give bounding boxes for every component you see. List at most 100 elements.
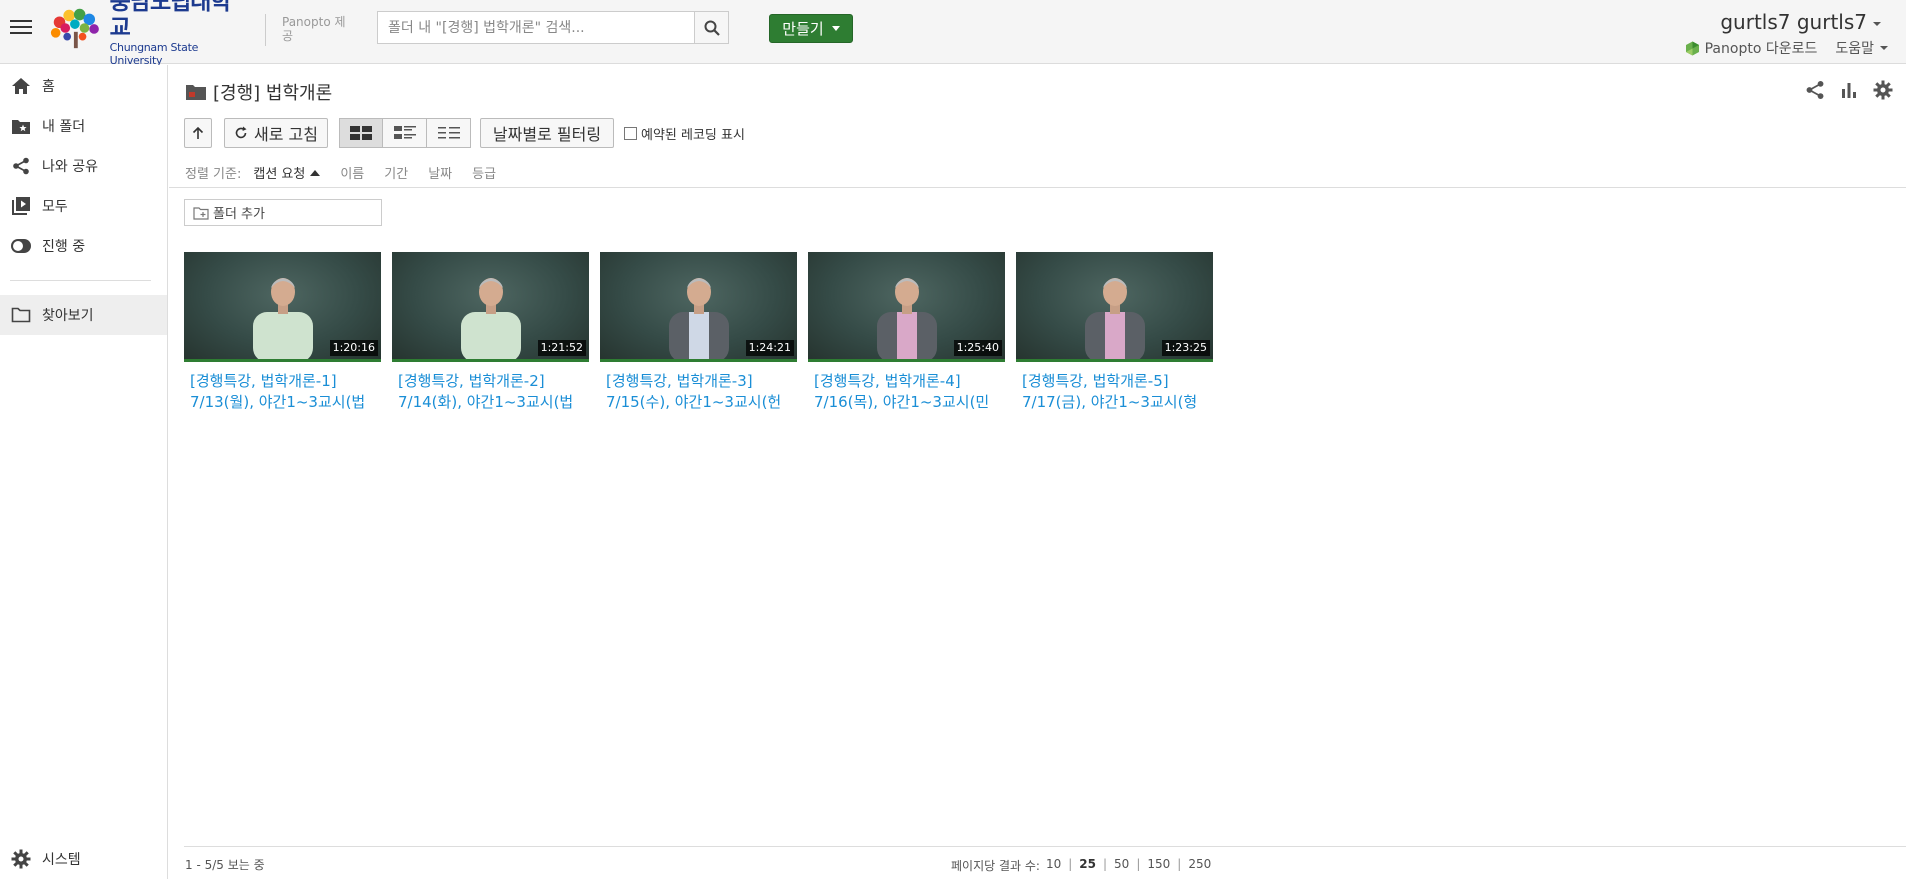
university-logo[interactable]: 충남도립대학교 Chungnam State University (48, 0, 248, 67)
session-tile[interactable]: 1:23:25 [경행특강, 법학개론-5] 7/17(금), 야간1~3교시(… (1016, 252, 1213, 413)
session-duration: 1:23:25 (1161, 340, 1210, 356)
share-icon (10, 155, 32, 177)
search-box (377, 11, 729, 44)
add-folder-label: 폴더 추가 (213, 207, 265, 222)
view-mode-group (339, 118, 471, 148)
sidebar-item-label: 홈 (42, 79, 55, 95)
thumbnail-view-button[interactable] (339, 118, 383, 148)
sidebar-item-label: 찾아보기 (42, 308, 94, 324)
sidebar-item-label: 모두 (42, 199, 68, 215)
session-tile[interactable]: 1:20:16 [경행특강, 법학개론-1] 7/13(월), 야간1~3교시(… (184, 252, 381, 413)
folder-title-text: [경행] 법학개론 (213, 83, 333, 104)
sort-option-label: 캡션 요청 (253, 167, 306, 182)
session-duration: 1:25:40 (953, 340, 1002, 356)
sort-option-name[interactable]: 이름 (340, 163, 364, 182)
session-thumbnail[interactable]: 1:23:25 (1016, 252, 1213, 362)
folder-add-icon (193, 206, 209, 220)
session-tile[interactable]: 1:24:21 [경행특강, 법학개론-3] 7/15(수), 야간1~3교시(… (600, 252, 797, 413)
detail-view-button[interactable] (383, 118, 427, 148)
statistics-button[interactable] (1838, 79, 1860, 101)
session-title-line: 7/13(월), 야간1~3교시(법 (190, 393, 366, 411)
per-page-option[interactable]: 150 (1147, 857, 1170, 874)
sidebar-item-my-folder[interactable]: 내 폴더 (0, 106, 167, 146)
session-title-line: 7/14(화), 야간1~3교시(법 (398, 393, 574, 411)
list-icon (437, 127, 460, 139)
session-title-link[interactable]: [경행특강, 법학개론-2] 7/14(화), 야간1~3교시(법 (392, 371, 589, 413)
user-menu[interactable]: gurtls7 gurtls7 (1720, 10, 1881, 34)
create-button[interactable]: 만들기 (769, 14, 853, 43)
panopto-logo-icon (1685, 41, 1699, 55)
sort-option-caption-request[interactable]: 캡션 요청 (253, 163, 321, 182)
folder-outline-icon (10, 304, 32, 326)
per-page-separator: | (1136, 857, 1141, 871)
playlist-icon (10, 195, 32, 217)
show-scheduled-label: 예약된 레코딩 표시 (641, 127, 745, 143)
sort-divider (169, 187, 1906, 188)
session-thumbnail[interactable]: 1:21:52 (392, 252, 589, 362)
help-label: 도움말 (1835, 41, 1874, 57)
sort-option-date[interactable]: 날짜 (428, 163, 452, 182)
per-page-option[interactable]: 50 (1114, 857, 1129, 874)
create-button-label: 만들기 (782, 20, 824, 38)
show-scheduled-toggle[interactable]: 예약된 레코딩 표시 (624, 124, 745, 143)
add-folder-button[interactable]: 폴더 추가 (184, 199, 382, 226)
presenter-figure (876, 278, 937, 359)
up-folder-button[interactable] (184, 118, 212, 148)
per-page-option[interactable]: 250 (1188, 857, 1211, 874)
sort-bar: 정렬 기준: 캡션 요청 이름 기간 날짜 등급 (185, 163, 516, 182)
hamburger-menu-icon[interactable] (10, 16, 32, 38)
page-title: [경행] 법학개론 (185, 79, 332, 105)
sort-option-duration[interactable]: 기간 (384, 163, 408, 182)
sidebar-item-browse[interactable]: 찾아보기 (0, 295, 167, 335)
session-thumbnail[interactable]: 1:24:21 (600, 252, 797, 362)
help-menu[interactable]: 도움말 (1835, 38, 1888, 58)
search-button[interactable] (694, 12, 728, 43)
session-tile[interactable]: 1:21:52 [경행특강, 법학개론-2] 7/14(화), 야간1~3교시(… (392, 252, 589, 413)
sidebar-item-system[interactable]: 시스템 (0, 839, 168, 879)
home-icon (10, 75, 32, 97)
share-icon (1806, 81, 1824, 99)
show-scheduled-checkbox[interactable] (624, 126, 637, 140)
session-thumbnail[interactable]: 1:25:40 (808, 252, 1005, 362)
refresh-label: 새로 고침 (254, 125, 318, 144)
sidebar-divider (10, 280, 151, 281)
sort-option-rating[interactable]: 등급 (472, 163, 496, 182)
per-page-option[interactable]: 10 (1046, 857, 1061, 874)
logo-divider (265, 14, 266, 46)
panopto-download-link[interactable]: Panopto 다운로드 (1685, 38, 1817, 58)
session-title-link[interactable]: [경행특강, 법학개론-3] 7/15(수), 야간1~3교시(헌 (600, 371, 797, 413)
session-title-line: [경행특강, 법학개론-1] (190, 372, 337, 390)
session-duration: 1:20:16 (329, 340, 378, 356)
session-title-line: 7/15(수), 야간1~3교시(헌 (606, 393, 782, 411)
sidebar-item-shared-with-me[interactable]: 나와 공유 (0, 146, 167, 186)
session-duration: 1:24:21 (745, 340, 794, 356)
session-title-link[interactable]: [경행특강, 법학개론-4] 7/16(목), 야간1~3교시(민 (808, 371, 1005, 413)
list-view-button[interactable] (427, 118, 471, 148)
session-tile[interactable]: 1:25:40 [경행특강, 법학개론-4] 7/16(목), 야간1~3교시(… (808, 252, 1005, 413)
session-title-link[interactable]: [경행특강, 법학개론-5] 7/17(금), 야간1~3교시(형 (1016, 371, 1213, 413)
session-title-line: [경행특강, 법학개론-4] (814, 372, 961, 390)
caret-down-icon (831, 26, 840, 31)
presenter-figure (668, 278, 729, 359)
bar-chart-icon (1842, 83, 1856, 98)
sidebar-item-label: 시스템 (42, 852, 81, 868)
sidebar-item-everything[interactable]: 모두 (0, 186, 167, 226)
folder-settings-button[interactable] (1872, 79, 1894, 101)
per-page-separator: | (1102, 857, 1108, 871)
session-thumbnail[interactable]: 1:20:16 (184, 252, 381, 362)
logo-english-name: Chungnam State University (109, 41, 199, 67)
session-title-link[interactable]: [경행특강, 법학개론-1] 7/13(월), 야간1~3교시(법 (184, 371, 381, 413)
per-page-option[interactable]: 25 (1079, 857, 1096, 874)
sidebar-item-home[interactable]: 홈 (0, 66, 167, 106)
provided-by-text: Panopto 제공 (282, 15, 346, 43)
session-title-line: [경행특강, 법학개론-3] (606, 372, 753, 390)
sidebar-item-in-progress[interactable]: 진행 중 (0, 226, 167, 266)
refresh-button[interactable]: 새로 고침 (224, 118, 328, 148)
caret-down-icon (1873, 21, 1881, 26)
filter-by-date-button[interactable]: 날짜별로 필터링 (480, 118, 614, 148)
search-input[interactable] (378, 12, 694, 43)
presenter-figure (252, 278, 313, 359)
share-folder-button[interactable] (1804, 79, 1826, 101)
session-title-line: 7/17(금), 야간1~3교시(형 (1022, 393, 1198, 411)
gear-icon (1873, 80, 1893, 100)
